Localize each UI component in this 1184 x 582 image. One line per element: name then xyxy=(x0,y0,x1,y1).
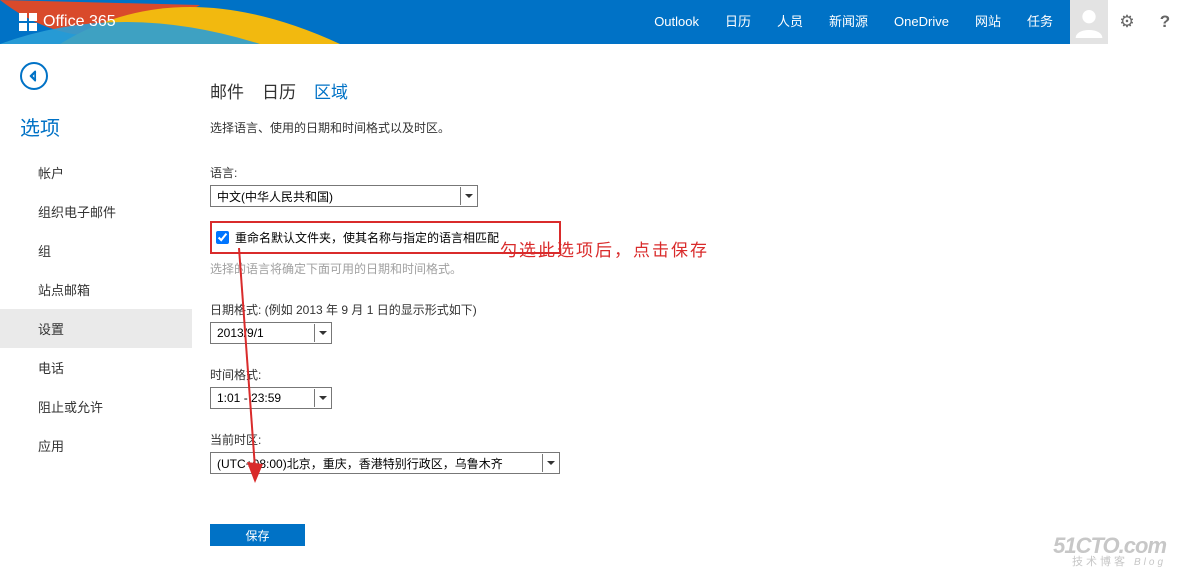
sidebar-item-account[interactable]: 帐户 xyxy=(0,153,192,192)
sidebar-item-groups[interactable]: 组 xyxy=(0,231,192,270)
time-format-label: 时间格式: xyxy=(210,366,1184,383)
top-nav: Outlook 日历 人员 新闻源 OneDrive 网站 任务 ⚙ ? xyxy=(641,0,1184,44)
nav-sites[interactable]: 网站 xyxy=(962,0,1014,44)
watermark: 51CTO.com 技术博客 Blog xyxy=(1053,535,1166,568)
office-grid-icon xyxy=(19,13,37,31)
language-label: 语言: xyxy=(210,164,1184,181)
help-icon[interactable]: ? xyxy=(1146,0,1184,44)
sidebar-item-phone[interactable]: 电话 xyxy=(0,348,192,387)
language-hint: 选择的语言将确定下面可用的日期和时间格式。 xyxy=(210,260,1184,277)
tab-region[interactable]: 区域 xyxy=(314,78,348,103)
date-format-select[interactable]: 2013/9/1 xyxy=(210,322,332,344)
timezone-select[interactable]: (UTC+08:00)北京，重庆，香港特别行政区，乌鲁木齐 xyxy=(210,452,560,474)
back-button[interactable] xyxy=(20,62,48,90)
avatar[interactable] xyxy=(1070,0,1108,44)
chevron-down-icon xyxy=(542,454,558,472)
sidebar-item-sitemailbox[interactable]: 站点邮箱 xyxy=(0,270,192,309)
sidebar-item-settings[interactable]: 设置 xyxy=(0,309,192,348)
time-format-select[interactable]: 1:01 - 23:59 xyxy=(210,387,332,409)
nav-tasks[interactable]: 任务 xyxy=(1014,0,1066,44)
brand-text: Office 365 xyxy=(43,13,116,31)
nav-onedrive[interactable]: OneDrive xyxy=(881,0,962,44)
top-bar: Office 365 Outlook 日历 人员 新闻源 OneDrive 网站… xyxy=(0,0,1184,44)
sidebar-title: 选项 xyxy=(20,112,192,141)
sidebar: 选项 帐户 组织电子邮件 组 站点邮箱 设置 电话 阻止或允许 应用 xyxy=(0,44,192,546)
date-format-label: 日期格式: (例如 2013 年 9 月 1 日的显示形式如下) xyxy=(210,301,1184,318)
main-content: 邮件 日历 区域 选择语言、使用的日期和时间格式以及时区。 语言: 中文(中华人… xyxy=(192,44,1184,546)
rename-folders-checkbox[interactable] xyxy=(216,231,229,244)
timezone-label: 当前时区: xyxy=(210,431,1184,448)
annotation-text: 勾选此选项后，点击保存 xyxy=(500,236,709,261)
tab-mail[interactable]: 邮件 xyxy=(210,78,244,103)
sidebar-item-apps[interactable]: 应用 xyxy=(0,426,192,465)
language-value: 中文(中华人民共和国) xyxy=(217,188,333,205)
nav-outlook[interactable]: Outlook xyxy=(641,0,712,44)
date-format-value: 2013/9/1 xyxy=(217,326,264,340)
nav-people[interactable]: 人员 xyxy=(764,0,816,44)
tab-calendar[interactable]: 日历 xyxy=(262,78,296,103)
watermark-line3: Blog xyxy=(1134,558,1166,568)
settings-tabs: 邮件 日历 区域 xyxy=(210,78,1184,103)
language-select[interactable]: 中文(中华人民共和国) xyxy=(210,185,478,207)
chevron-down-icon xyxy=(460,187,476,205)
save-button[interactable]: 保存 xyxy=(210,524,305,546)
sidebar-item-block[interactable]: 阻止或允许 xyxy=(0,387,192,426)
page-description: 选择语言、使用的日期和时间格式以及时区。 xyxy=(210,119,1184,136)
brand-logo[interactable]: Office 365 xyxy=(19,13,116,31)
nav-newsfeed[interactable]: 新闻源 xyxy=(816,0,881,44)
sidebar-item-orgmail[interactable]: 组织电子邮件 xyxy=(0,192,192,231)
gear-icon[interactable]: ⚙ xyxy=(1108,0,1146,44)
nav-calendar[interactable]: 日历 xyxy=(712,0,764,44)
rename-folders-label: 重命名默认文件夹，使其名称与指定的语言相匹配 xyxy=(235,229,499,246)
time-format-value: 1:01 - 23:59 xyxy=(217,391,281,405)
chevron-down-icon xyxy=(314,324,330,342)
timezone-value: (UTC+08:00)北京，重庆，香港特别行政区，乌鲁木齐 xyxy=(217,455,503,472)
watermark-line1: 51CTO.com xyxy=(1053,535,1166,557)
watermark-line2: 技术博客 xyxy=(1072,557,1128,568)
chevron-down-icon xyxy=(314,389,330,407)
